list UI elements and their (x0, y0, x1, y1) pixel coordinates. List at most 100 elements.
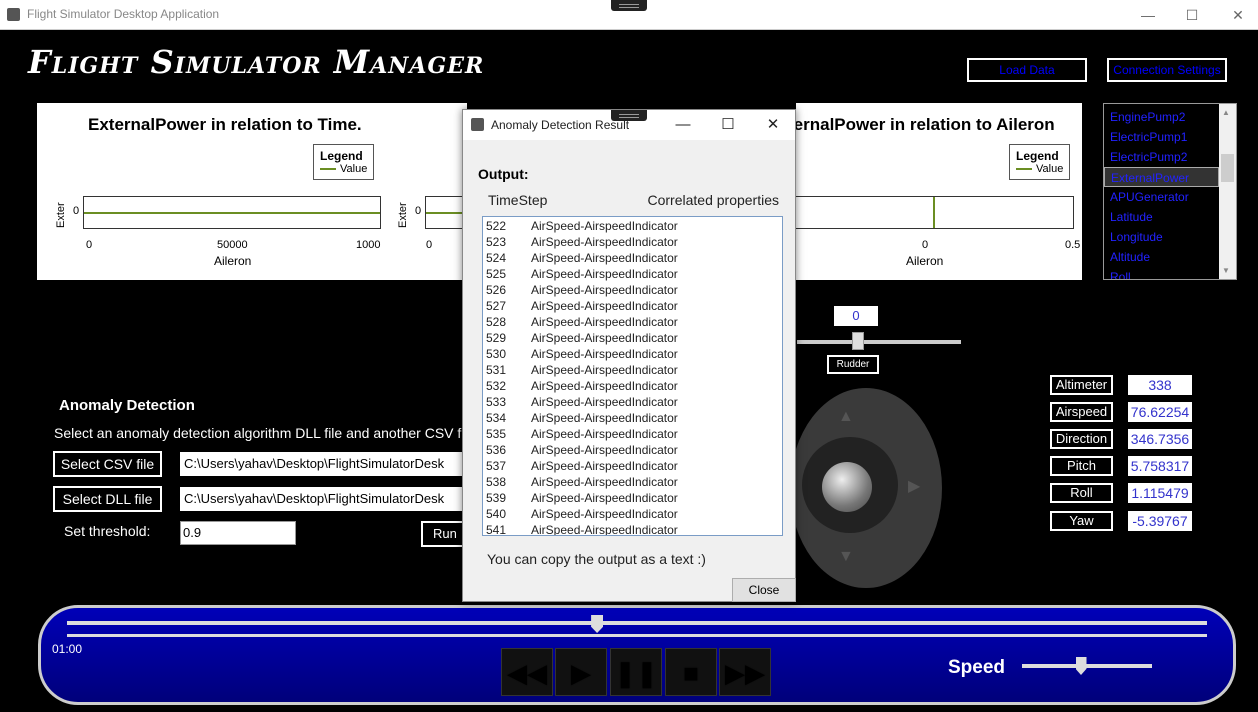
output-property: AirSpeed-AirspeedIndicator (531, 395, 678, 409)
drag-grip-icon[interactable] (611, 0, 647, 11)
scroll-up-icon[interactable]: ▲ (1222, 108, 1230, 117)
property-list-item[interactable]: ElectricPump1 (1104, 127, 1219, 147)
output-property: AirSpeed-AirspeedIndicator (531, 379, 678, 393)
plot-area (83, 196, 381, 229)
x-axis-label: Aileron (906, 254, 944, 268)
output-row: 536 AirSpeed-AirspeedIndicator (483, 442, 782, 458)
output-property: AirSpeed-AirspeedIndicator (531, 331, 678, 345)
app-icon (7, 8, 20, 21)
y-tick-label: 0 (73, 205, 80, 217)
telemetry-label-direction: Direction (1050, 429, 1113, 449)
telemetry-value-yaw: -5.39767 (1128, 511, 1192, 531)
output-timestep: 534 (486, 411, 507, 425)
telemetry-label-roll: Roll (1050, 483, 1113, 503)
fast-forward-icon: ▶▶ (725, 658, 765, 688)
maximize-button[interactable]: ☐ (1177, 4, 1207, 26)
output-timestep: 522 (486, 219, 507, 233)
property-list-item[interactable]: EnginePump2 (1104, 107, 1219, 127)
stop-button[interactable]: ■ (665, 648, 717, 696)
fast-forward-button[interactable]: ▶▶ (719, 648, 771, 696)
output-textbox[interactable]: 522 AirSpeed-AirspeedIndicator 523 AirSpeed… (482, 216, 783, 536)
x-tick-label: 50000 (217, 239, 248, 251)
csv-path-field[interactable]: C:\Users\yahav\Desktop\FlightSimulatorDe… (180, 452, 470, 476)
output-timestep: 541 (486, 523, 507, 536)
joystick-up-arrow-icon: ▲ (838, 408, 854, 425)
property-list-item[interactable]: APUGenerator (1104, 187, 1219, 207)
output-property: AirSpeed-AirspeedIndicator (531, 411, 678, 425)
close-window-button[interactable]: ✕ (1223, 4, 1253, 26)
scrollbar-thumb[interactable] (1221, 154, 1234, 182)
x-axis-label: Aileron (214, 254, 252, 268)
output-timestep: 533 (486, 395, 507, 409)
telemetry-label-yaw: Yaw (1050, 511, 1113, 531)
select-dll-button[interactable]: Select DLL file (53, 486, 162, 512)
property-list-item[interactable]: Latitude (1104, 207, 1219, 227)
telemetry-value-altimeter: 338 (1128, 375, 1192, 395)
dialog-close-button[interactable]: ✕ (758, 114, 788, 136)
telemetry-label-altimeter: Altimeter (1050, 375, 1113, 395)
output-property: AirSpeed-AirspeedIndicator (531, 459, 678, 473)
dialog-drag-grip-icon[interactable] (611, 110, 647, 121)
dialog-title: Anomaly Detection Result (491, 118, 630, 132)
rudder-slider-thumb[interactable] (852, 332, 864, 350)
minimize-button[interactable]: — (1133, 4, 1163, 26)
play-button[interactable]: ▶ (555, 648, 607, 696)
threshold-input[interactable]: 0.9 (180, 521, 296, 545)
dialog-maximize-button[interactable]: ☐ (713, 114, 743, 136)
output-row: 540 AirSpeed-AirspeedIndicator (483, 506, 782, 522)
joystick-knob[interactable] (822, 462, 872, 512)
output-row: 524 AirSpeed-AirspeedIndicator (483, 250, 782, 266)
property-list-item[interactable]: Altitude (1104, 247, 1219, 267)
output-timestep: 526 (486, 283, 507, 297)
copy-note: You can copy the output as a text :) (487, 551, 706, 567)
output-label: Output: (478, 166, 529, 182)
output-timestep: 537 (486, 459, 507, 473)
output-timestep: 525 (486, 267, 507, 281)
output-property: AirSpeed-AirspeedIndicator (531, 523, 678, 536)
scroll-down-icon[interactable]: ▼ (1222, 266, 1230, 275)
property-list-item[interactable]: Longitude (1104, 227, 1219, 247)
output-timestep: 524 (486, 251, 507, 265)
dll-path-field[interactable]: C:\Users\yahav\Desktop\FlightSimulatorDe… (180, 487, 470, 511)
output-row: 528 AirSpeed-AirspeedIndicator (483, 314, 782, 330)
output-timestep: 529 (486, 331, 507, 345)
dialog-close-action-button[interactable]: Close (732, 578, 796, 602)
output-property: AirSpeed-AirspeedIndicator (531, 235, 678, 249)
select-csv-button[interactable]: Select CSV file (53, 451, 162, 477)
seek-bar[interactable] (67, 621, 1207, 625)
joystick-down-arrow-icon: ▼ (838, 548, 854, 565)
chart-legend: Legend Value (1009, 144, 1071, 180)
output-row: 541 AirSpeed-AirspeedIndicator (483, 522, 782, 536)
dialog-minimize-button[interactable]: — (668, 114, 698, 136)
plot-area (796, 196, 1074, 229)
connection-settings-button[interactable]: Connection Settings (1107, 58, 1227, 82)
output-property: AirSpeed-AirspeedIndicator (531, 267, 678, 281)
speed-slider-track[interactable] (1022, 664, 1152, 668)
window-title: Flight Simulator Desktop Application (27, 7, 220, 21)
correlated-properties-header: Correlated properties (647, 192, 779, 208)
rewind-icon: ◀◀ (507, 658, 547, 688)
rudder-slider-track[interactable] (797, 340, 961, 344)
x-tick-label: 0.5 (1065, 239, 1081, 251)
telemetry-label-pitch: Pitch (1050, 456, 1113, 476)
property-list-item[interactable]: ExternalPower (1104, 167, 1219, 187)
output-timestep: 532 (486, 379, 507, 393)
dialog-app-icon (471, 118, 484, 131)
property-list-scrollbar[interactable]: ▲ ▼ (1219, 104, 1236, 279)
legend-title: Legend (1016, 149, 1059, 163)
property-list[interactable]: EnginePump2 ElectricPump1 ElectricPump2 Ext… (1103, 103, 1237, 280)
load-data-button[interactable]: Load Data (967, 58, 1087, 82)
property-list-item[interactable]: Roll (1104, 267, 1219, 279)
output-row: 522 AirSpeed-AirspeedIndicator (483, 218, 782, 234)
run-anomaly-button[interactable]: Run A (421, 521, 466, 547)
telemetry-value-pitch: 5.758317 (1128, 456, 1192, 476)
chart-middle: Exter 0 0 (387, 103, 486, 280)
legend-entry: Value (340, 163, 368, 175)
output-row: 539 AirSpeed-AirspeedIndicator (483, 490, 782, 506)
rewind-button[interactable]: ◀◀ (501, 648, 553, 696)
property-list-item[interactable]: ElectricPump2 (1104, 147, 1219, 167)
output-row: 529 AirSpeed-AirspeedIndicator (483, 330, 782, 346)
rudder-label: Rudder (827, 355, 879, 374)
pause-button[interactable]: ❚❚ (610, 648, 662, 696)
output-row: 527 AirSpeed-AirspeedIndicator (483, 298, 782, 314)
